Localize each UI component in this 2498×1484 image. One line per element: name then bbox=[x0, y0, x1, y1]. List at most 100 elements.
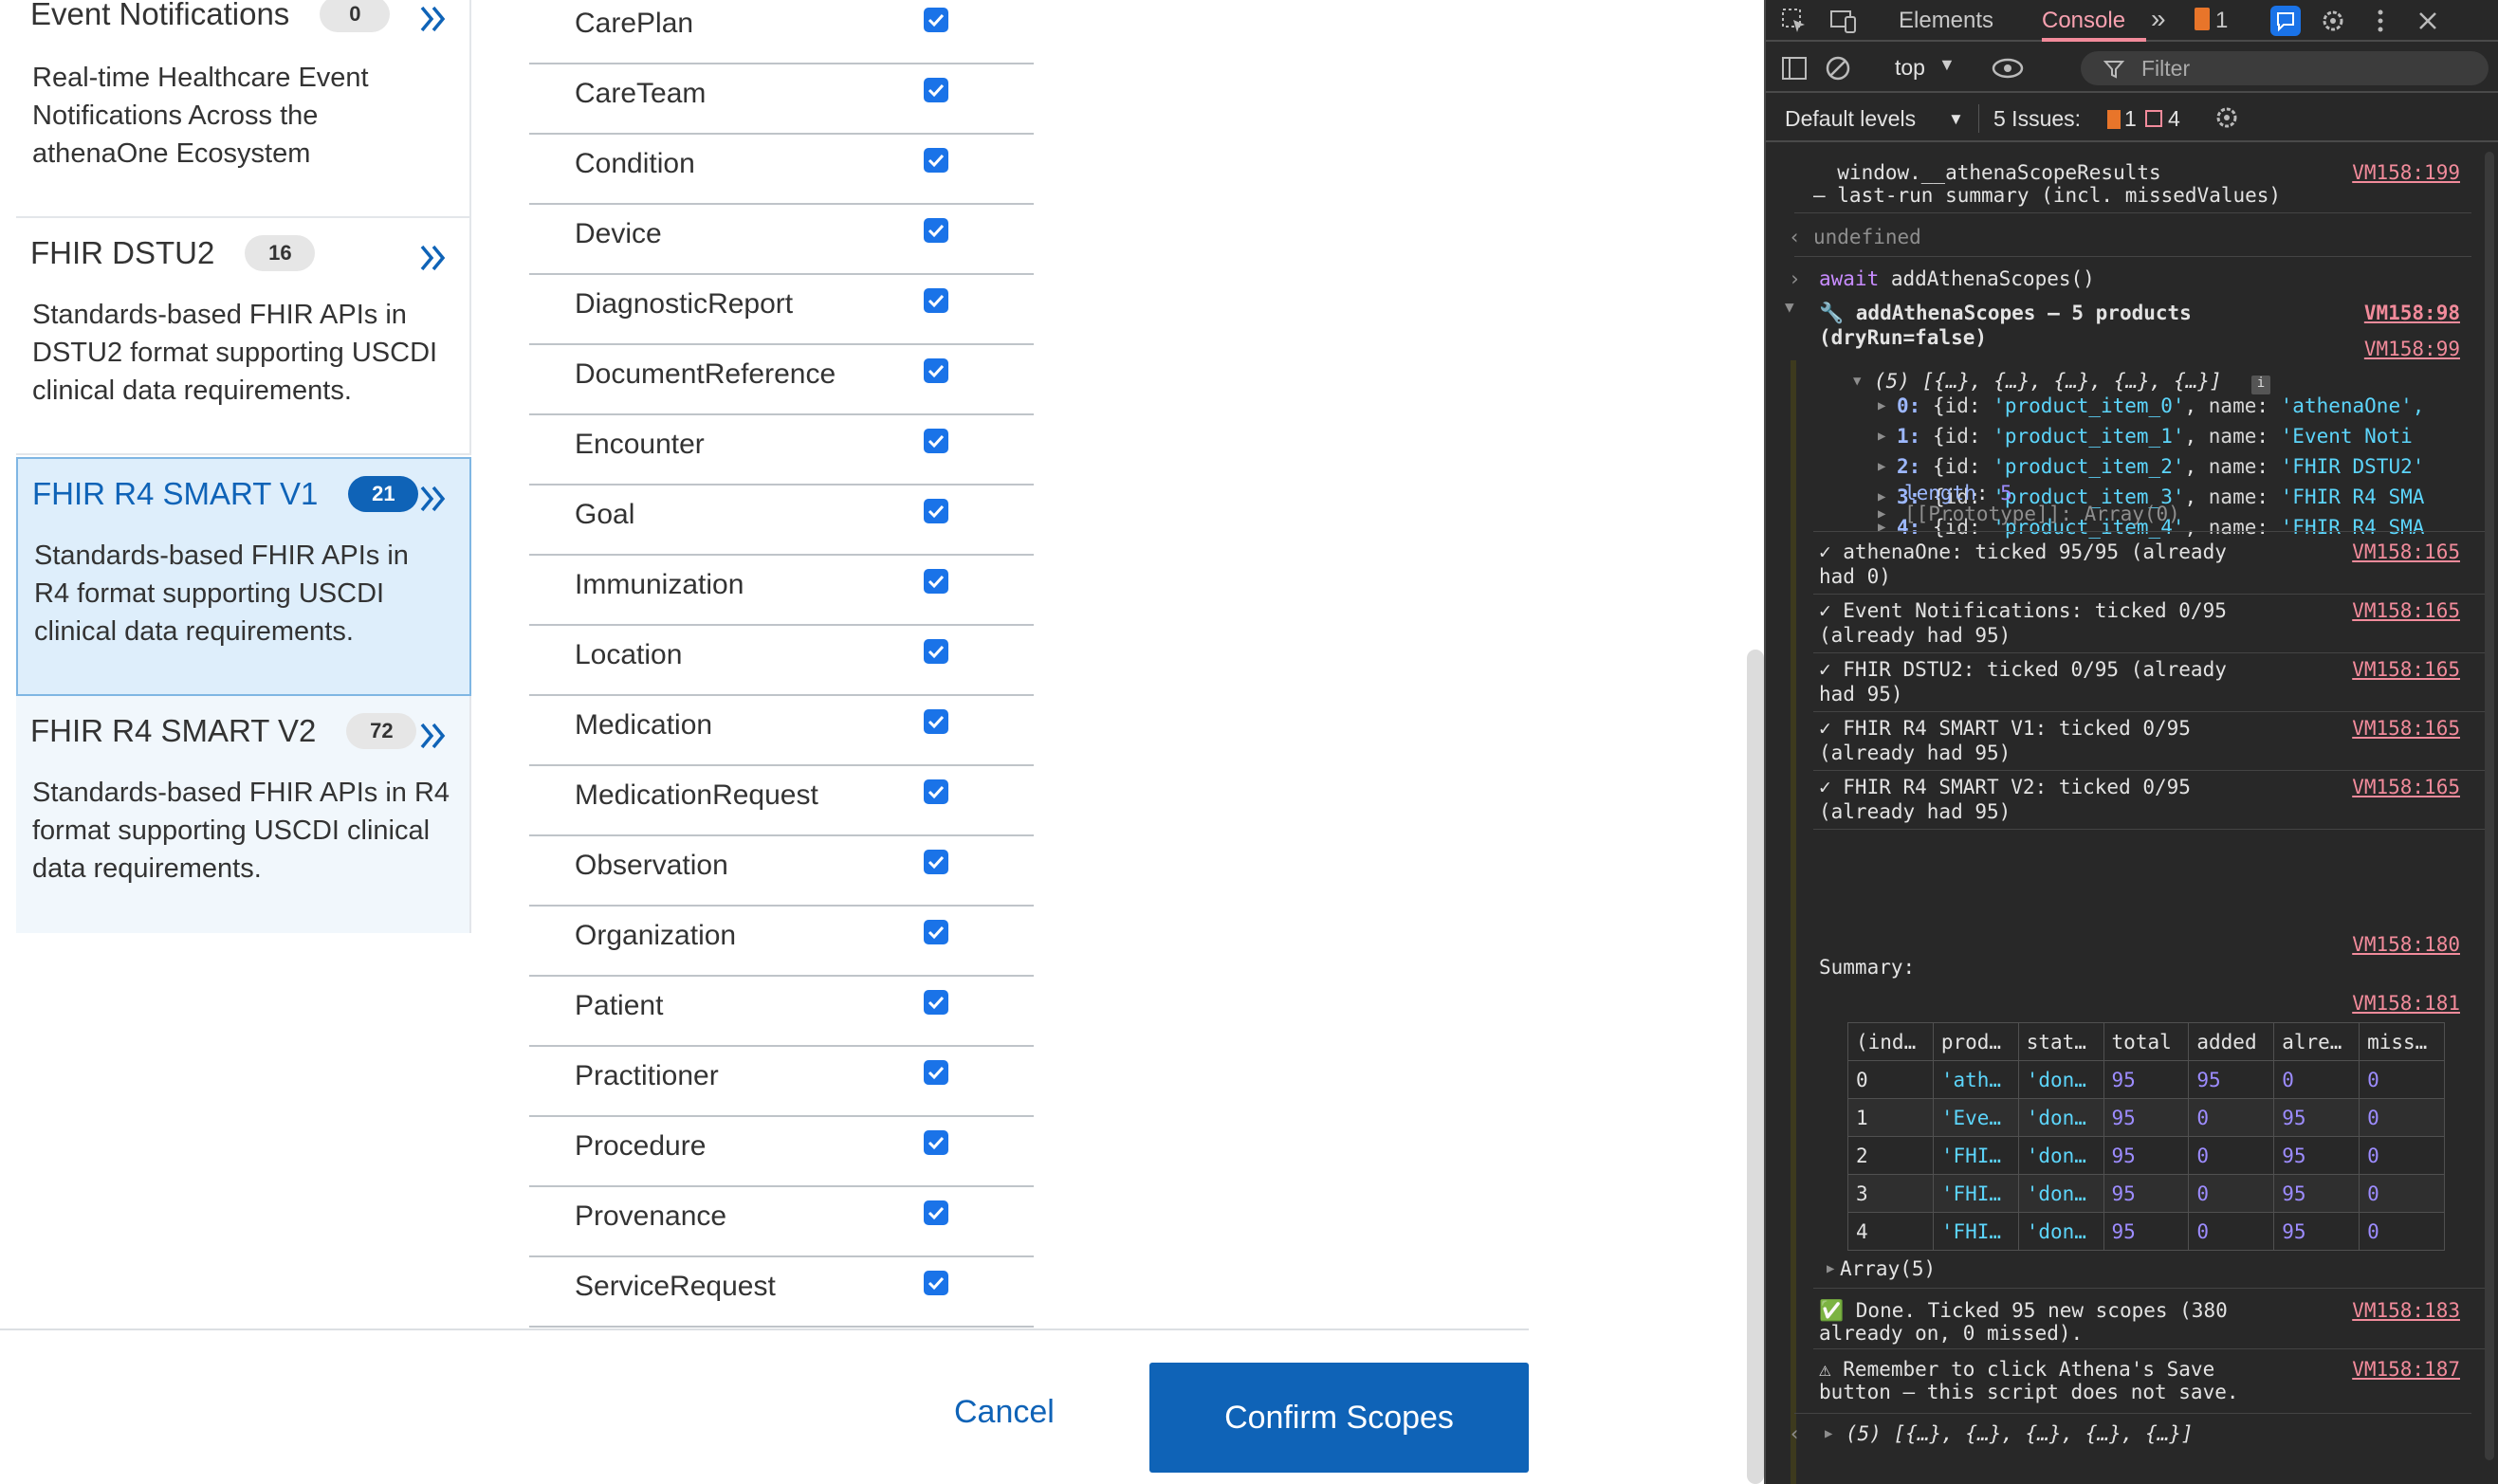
table-cell: 95 bbox=[2273, 1174, 2360, 1213]
expand-triangle-icon[interactable]: ▶ bbox=[1878, 459, 1885, 474]
expand-triangle-icon[interactable]: ▶ bbox=[1878, 489, 1885, 504]
table-cell: 0 bbox=[2188, 1212, 2275, 1251]
scope-row: DiagnosticReport bbox=[529, 275, 1034, 345]
source-link[interactable]: VM158:98 bbox=[2364, 302, 2460, 324]
array-preview[interactable]: (5) [{…}, {…}, {…}, {…}, {…}] bbox=[1874, 370, 2222, 393]
array-item[interactable]: 2: {id: 'product_item_2', name: 'FHIR DS… bbox=[1897, 455, 2424, 478]
source-link[interactable]: VM158:199 bbox=[2352, 161, 2460, 184]
issues-warning-count[interactable]: 1 bbox=[2124, 106, 2137, 132]
source-link[interactable]: VM158:165 bbox=[2352, 658, 2460, 681]
console-return-value[interactable]: (5) [{…}, {…}, {…}, {…}, {…}] bbox=[1846, 1422, 2194, 1445]
scope-row: Location bbox=[529, 626, 1034, 696]
issues-info-count[interactable]: 4 bbox=[2168, 106, 2180, 132]
warning-count[interactable]: 1 bbox=[2215, 8, 2228, 34]
product-card[interactable]: Event Notifications 0 Real-time Healthcare… bbox=[16, 0, 471, 218]
array-item[interactable]: 0: {id: 'product_item_0', name: 'athenaO… bbox=[1897, 394, 2424, 417]
table-header-cell[interactable]: alre… bbox=[2273, 1022, 2360, 1061]
scope-checkbox[interactable] bbox=[924, 148, 948, 173]
table-header-cell[interactable]: total bbox=[2103, 1022, 2190, 1061]
expand-triangle-icon[interactable]: ▶ bbox=[1878, 520, 1885, 535]
product-card[interactable]: FHIR DSTU2 16 Standards-based FHIR APIs in… bbox=[16, 218, 471, 455]
scope-checkbox[interactable] bbox=[924, 1130, 948, 1155]
array-item[interactable]: 1: {id: 'product_item_1', name: 'Event N… bbox=[1897, 425, 2413, 448]
scope-checkbox[interactable] bbox=[924, 1060, 948, 1085]
source-link[interactable]: VM158:165 bbox=[2352, 540, 2460, 563]
info-icon[interactable]: i bbox=[2251, 376, 2270, 394]
table-header-cell[interactable]: (ind… bbox=[1847, 1022, 1934, 1061]
issues-label[interactable]: 5 Issues: bbox=[1993, 106, 2081, 132]
inspect-icon[interactable] bbox=[1779, 6, 1809, 36]
scope-checkbox[interactable] bbox=[924, 288, 948, 313]
source-link[interactable]: VM158:180 bbox=[2352, 933, 2460, 956]
devtools-scrollbar[interactable] bbox=[2485, 152, 2494, 1460]
expand-triangle-icon[interactable]: ▶ bbox=[1827, 1261, 1834, 1276]
scope-checkbox[interactable] bbox=[924, 429, 948, 453]
ai-assistance-icon[interactable] bbox=[2270, 6, 2301, 36]
scope-checkbox[interactable] bbox=[924, 850, 948, 874]
expand-triangle-icon[interactable]: ▶ bbox=[1878, 429, 1885, 444]
scope-checkbox[interactable] bbox=[924, 569, 948, 594]
scope-checkbox[interactable] bbox=[924, 499, 948, 523]
double-chevron-right-icon[interactable] bbox=[414, 717, 452, 755]
scope-checkbox[interactable] bbox=[924, 920, 948, 944]
scope-checkbox[interactable] bbox=[924, 709, 948, 734]
scope-checkbox[interactable] bbox=[924, 78, 948, 102]
expand-triangle-icon[interactable]: ▶ bbox=[1878, 398, 1885, 413]
expand-triangle-icon[interactable]: ▼ bbox=[1785, 298, 1794, 316]
table-cell: 95 bbox=[2103, 1098, 2190, 1137]
expand-triangle-icon[interactable]: ▶ bbox=[1825, 1426, 1832, 1441]
scope-checkbox[interactable] bbox=[924, 8, 948, 32]
product-card[interactable]: FHIR R4 SMART V2 72 Standards-based FHIR A… bbox=[16, 696, 471, 933]
console-group-title[interactable]: 🔧 addAthenaScopes – 5 products bbox=[1819, 302, 2192, 325]
prototype-line[interactable]: [[Prototype]]: Array(0) bbox=[1904, 503, 2180, 525]
array-preview[interactable]: Array(5) bbox=[1840, 1257, 1936, 1280]
eye-icon[interactable] bbox=[1990, 53, 2026, 83]
page-scrollbar[interactable] bbox=[1747, 650, 1764, 1484]
expand-triangle-icon[interactable]: ▶ bbox=[1878, 506, 1885, 522]
source-link[interactable]: VM158:165 bbox=[2352, 776, 2460, 798]
product-card[interactable]: FHIR R4 SMART V1 21 Standards-based FHIR A… bbox=[16, 457, 471, 696]
settings-gear-icon[interactable] bbox=[2318, 6, 2348, 36]
table-header-cell[interactable]: miss… bbox=[2359, 1022, 2445, 1061]
console-text: ⚠ Remember to click Athena's Save bbox=[1819, 1358, 2215, 1381]
scope-checkbox[interactable] bbox=[924, 639, 948, 664]
clear-console-icon[interactable] bbox=[1823, 53, 1853, 83]
table-header-cell[interactable]: added bbox=[2188, 1022, 2275, 1061]
source-link[interactable]: VM158:181 bbox=[2352, 992, 2460, 1015]
double-chevron-right-icon[interactable] bbox=[414, 480, 452, 518]
table-header-cell[interactable]: stat… bbox=[2017, 1022, 2104, 1061]
source-link[interactable]: VM158:165 bbox=[2352, 599, 2460, 622]
kebab-menu-icon[interactable] bbox=[2365, 6, 2396, 36]
cancel-button[interactable]: Cancel bbox=[954, 1394, 1055, 1431]
warning-icon[interactable] bbox=[2195, 8, 2210, 30]
scope-checkbox[interactable] bbox=[924, 990, 948, 1015]
source-link[interactable]: VM158:99 bbox=[2364, 338, 2460, 360]
table-header-cell[interactable]: prod… bbox=[1932, 1022, 2019, 1061]
device-toolbar-icon[interactable] bbox=[1828, 6, 1859, 36]
product-name: FHIR R4 SMART V2 bbox=[30, 713, 317, 748]
tab-console[interactable]: Console bbox=[2042, 8, 2125, 34]
double-chevron-right-icon[interactable] bbox=[414, 239, 452, 277]
source-link[interactable]: VM158:183 bbox=[2352, 1299, 2460, 1322]
expand-triangle-icon[interactable]: ▼ bbox=[1853, 374, 1861, 389]
double-chevron-right-icon[interactable] bbox=[414, 0, 452, 38]
context-selector[interactable]: top bbox=[1895, 55, 1925, 81]
scope-checkbox[interactable] bbox=[924, 1200, 948, 1225]
close-devtools-icon[interactable] bbox=[2413, 6, 2443, 36]
scope-checkbox[interactable] bbox=[924, 779, 948, 804]
console-settings-icon[interactable] bbox=[2212, 102, 2242, 133]
scope-checkbox[interactable] bbox=[924, 358, 948, 383]
scope-checkbox[interactable] bbox=[924, 1271, 948, 1295]
tick-log-line: ✓ athenaOne: ticked 95/95 (already bbox=[1819, 540, 2227, 563]
default-levels-dropdown[interactable]: Default levels bbox=[1785, 106, 1916, 132]
more-tabs-button[interactable]: » bbox=[2151, 4, 2166, 34]
sidebar-toggle-icon[interactable] bbox=[1779, 53, 1809, 83]
tick-log-line: had 0) bbox=[1819, 565, 1891, 588]
table-cell: 'don… bbox=[2017, 1212, 2104, 1251]
confirm-scopes-button[interactable]: Confirm Scopes bbox=[1149, 1363, 1529, 1473]
source-link[interactable]: VM158:187 bbox=[2352, 1358, 2460, 1381]
scope-checkbox[interactable] bbox=[924, 218, 948, 243]
tab-elements[interactable]: Elements bbox=[1899, 8, 1993, 34]
filter-input[interactable]: Filter bbox=[2081, 51, 2489, 85]
source-link[interactable]: VM158:165 bbox=[2352, 717, 2460, 740]
